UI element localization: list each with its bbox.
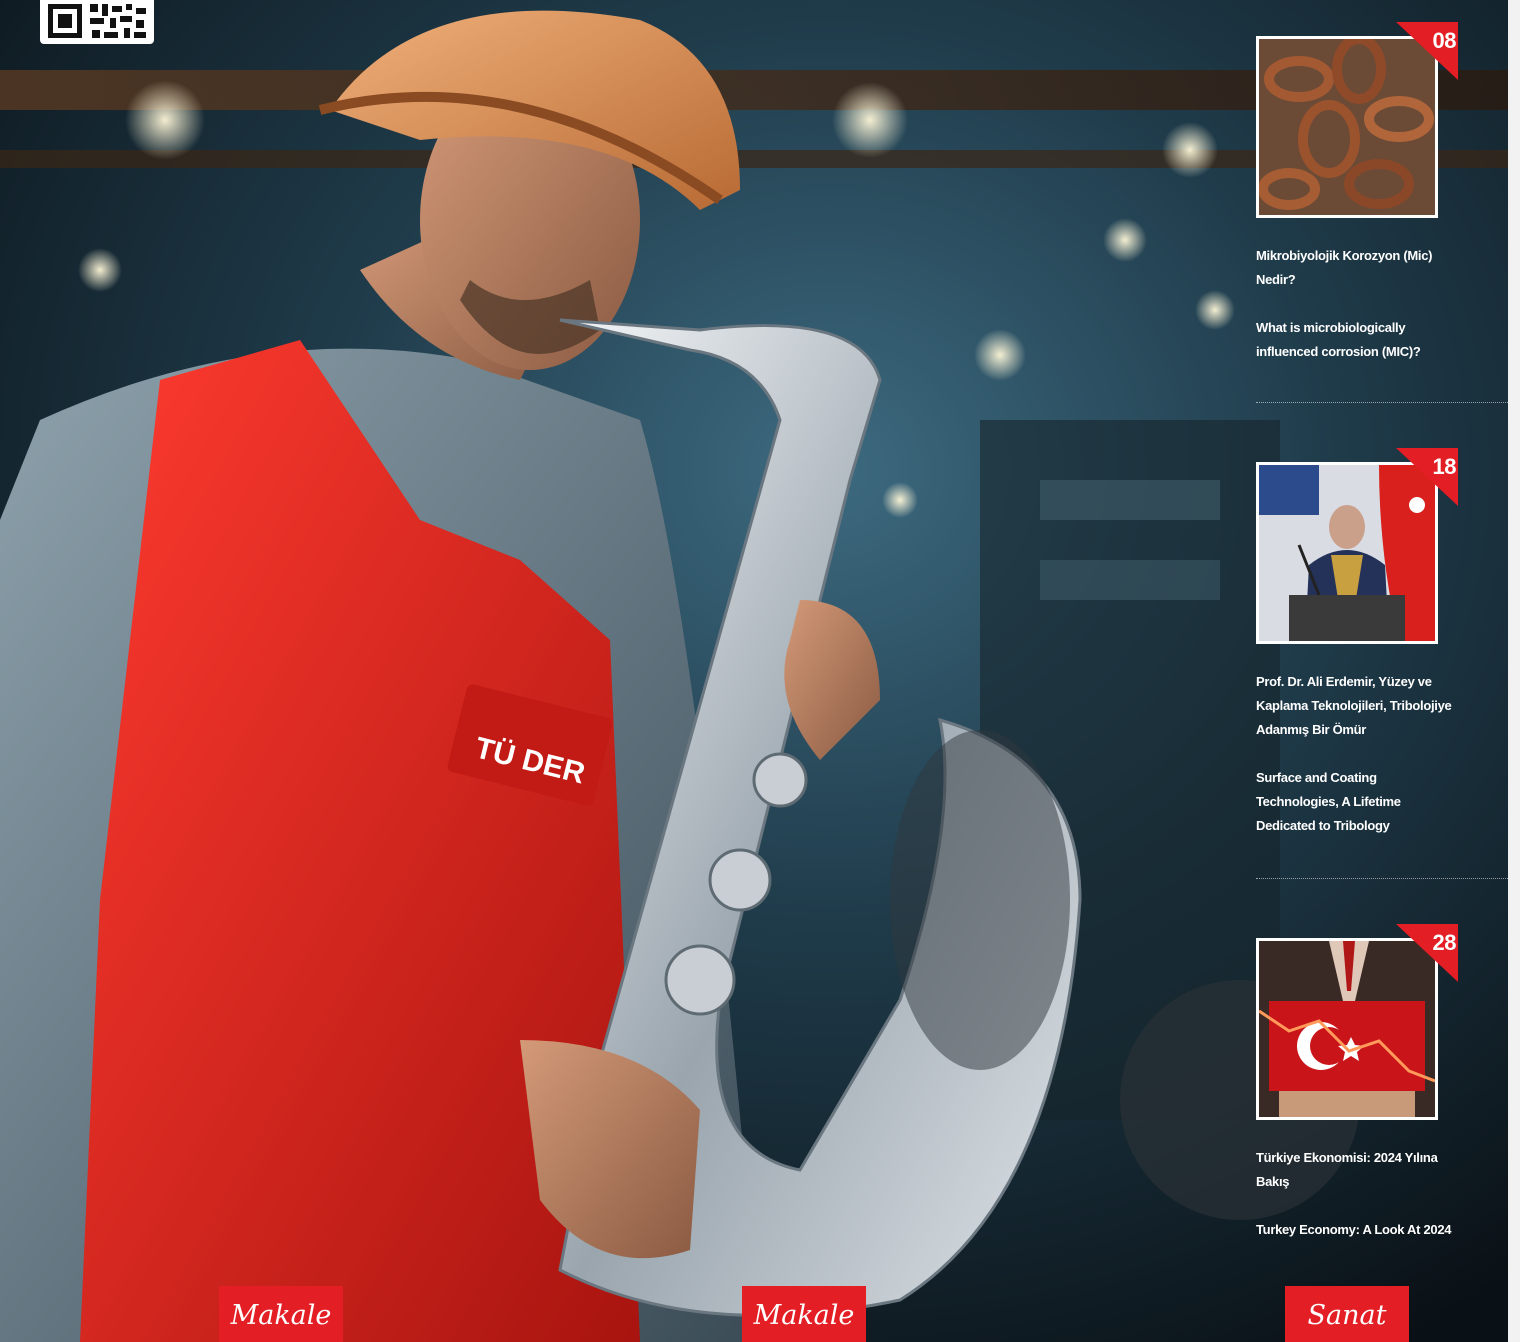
article-titles: Prof. Dr. Ali Erdemir, Yüzey ve Kaplama … xyxy=(1256,670,1456,838)
article-thumbnail[interactable] xyxy=(1256,36,1438,218)
article-titles: Türkiye Ekonomisi: 2024 Yılına Bakış Tur… xyxy=(1256,1146,1456,1242)
article-thumbnail[interactable] xyxy=(1256,938,1438,1120)
article-titles: Mikrobiyolojik Korozyon (Mic) Nedir? Wha… xyxy=(1256,244,1456,364)
magazine-page: TÜ DER 08 Mikrobiyolojik Korozyon (Mic) … xyxy=(0,0,1520,1342)
page-number: 18 xyxy=(1432,454,1457,479)
divider xyxy=(1256,878,1508,879)
divider xyxy=(1256,402,1508,403)
section-tag-makale[interactable]: Makale xyxy=(219,1286,343,1342)
page-number: 28 xyxy=(1432,930,1457,955)
speaker-at-podium-photo xyxy=(1259,465,1435,641)
article-title-tr[interactable]: Mikrobiyolojik Korozyon (Mic) Nedir? xyxy=(1256,244,1456,292)
article-title-en[interactable]: Surface and Coating Technologies, A Life… xyxy=(1256,766,1456,838)
rusty-chain-photo xyxy=(1259,39,1435,215)
section-tag-sanat[interactable]: Sanat xyxy=(1285,1286,1409,1342)
page-number: 08 xyxy=(1432,28,1457,53)
article-title-tr[interactable]: Türkiye Ekonomisi: 2024 Yılına Bakış xyxy=(1256,1146,1456,1194)
article-thumbnail[interactable] xyxy=(1256,462,1438,644)
article-title-tr[interactable]: Prof. Dr. Ali Erdemir, Yüzey ve Kaplama … xyxy=(1256,670,1456,742)
turkish-flag-chart-photo xyxy=(1259,941,1435,1117)
qr-code[interactable] xyxy=(40,0,154,44)
qr-code-icon xyxy=(48,4,146,38)
section-tag-makale-2[interactable]: Makale xyxy=(742,1286,866,1342)
article-title-en[interactable]: Turkey Economy: A Look At 2024 xyxy=(1256,1218,1456,1242)
page-edge xyxy=(1508,0,1520,1342)
contents-sidebar: 08 Mikrobiyolojik Korozyon (Mic) Nedir? … xyxy=(1228,0,1508,1342)
article-title-en[interactable]: What is microbiologically influenced cor… xyxy=(1256,316,1456,364)
